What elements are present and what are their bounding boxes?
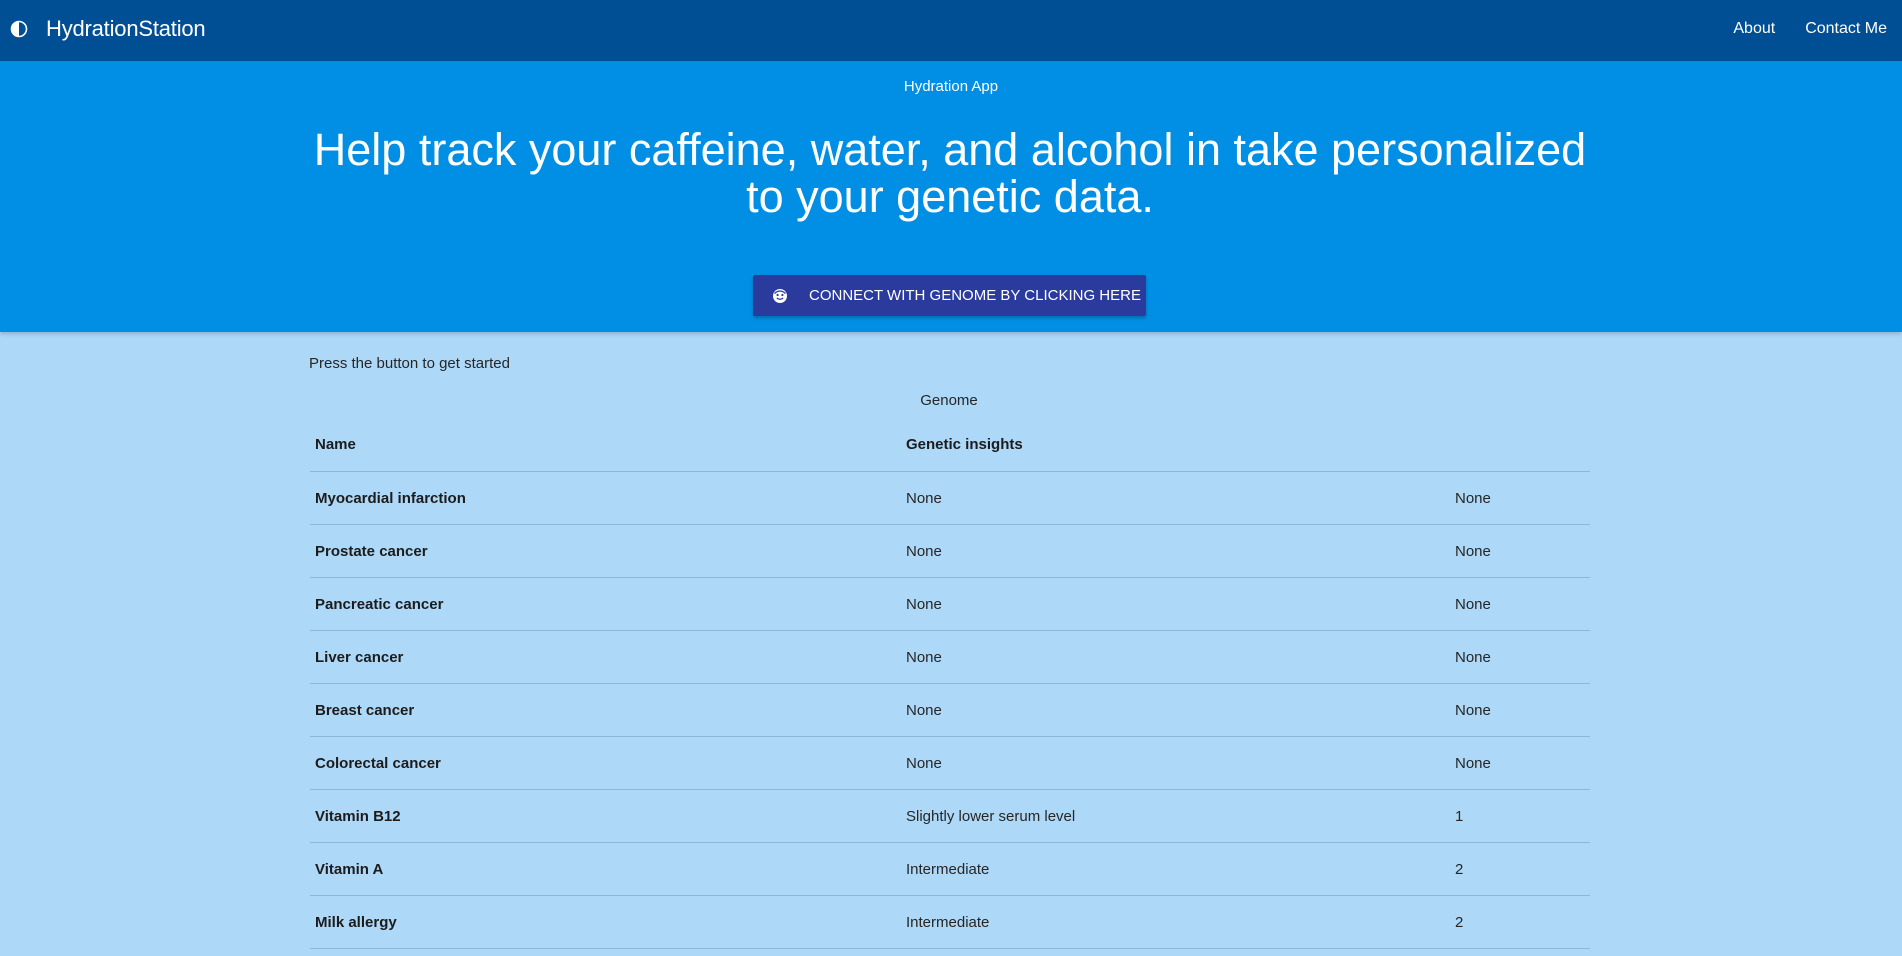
nav-link-about[interactable]: About [1733, 20, 1775, 38]
nav-links: About Contact Me [1703, 0, 1887, 58]
table-caption: Genome [920, 392, 978, 409]
row-name: Liver cancer [315, 648, 404, 666]
table-header-row: Name Genetic insights [310, 418, 1590, 472]
intro-text: Press the button to get started [309, 355, 510, 372]
row-score: 1 [1455, 807, 1464, 825]
hero-title: Help track your caffeine, water, and alc… [313, 124, 1587, 222]
brand[interactable]: HydrationStation [10, 0, 206, 58]
row-score: None [1455, 648, 1491, 666]
table-row: Vitamin B12 Slightly lower serum level 1 [310, 790, 1590, 843]
row-name: Vitamin A [315, 860, 384, 878]
row-name: Colorectal cancer [315, 754, 441, 772]
table-row: Pancreatic cancer None None [310, 578, 1590, 631]
connect-genome-button[interactable]: CONNECT WITH GENOME BY CLICKING HERE [753, 275, 1146, 316]
row-insight: None [906, 754, 942, 772]
row-name: Milk allergy [315, 913, 397, 931]
table-row: Colorectal cancer None None [310, 737, 1590, 790]
hero-banner: Hydration App Help track your caffeine, … [0, 61, 1902, 332]
row-name: Myocardial infarction [315, 489, 466, 507]
table-row: Vitamin A Intermediate 2 [310, 843, 1590, 896]
row-insight: Intermediate [906, 913, 990, 931]
row-score: None [1455, 489, 1491, 507]
brand-name: HydrationStation [46, 16, 206, 41]
row-score: None [1455, 701, 1491, 719]
row-insight: Intermediate [906, 860, 990, 878]
table-row: Milk allergy Intermediate 2 [310, 896, 1590, 949]
table-row: Myocardial infarction None None [310, 472, 1590, 525]
table-row: Liver cancer None None [310, 631, 1590, 684]
top-navbar: HydrationStation About Contact Me [0, 0, 1902, 61]
row-insight: Slightly lower serum level [906, 807, 1076, 825]
row-name: Breast cancer [315, 701, 415, 719]
connect-genome-label: CONNECT WITH GENOME BY CLICKING HERE [809, 287, 1141, 304]
row-name: Pancreatic cancer [315, 595, 444, 613]
row-score: None [1455, 754, 1491, 772]
row-name: Vitamin B12 [315, 807, 401, 825]
hero-subtitle: Hydration App [903, 78, 999, 95]
row-score: None [1455, 595, 1491, 613]
contrast-drop-icon [10, 20, 28, 38]
genome-table: Name Genetic insights Myocardial infarct… [310, 418, 1590, 949]
row-insight: None [906, 489, 942, 507]
table-row: Breast cancer None None [310, 684, 1590, 737]
row-name: Prostate cancer [315, 542, 428, 560]
table-row: Prostate cancer None None [310, 525, 1590, 578]
row-insight: None [906, 542, 942, 560]
row-score: 2 [1455, 913, 1464, 931]
nav-link-contact[interactable]: Contact Me [1805, 20, 1887, 38]
row-score: None [1455, 542, 1491, 560]
row-insight: None [906, 595, 942, 613]
row-insight: None [906, 701, 942, 719]
smiley-face-icon [771, 287, 789, 305]
header-genetic-insights: Genetic insights [906, 436, 1023, 453]
row-insight: None [906, 648, 942, 666]
header-name: Name [315, 436, 356, 453]
header-blank [1450, 418, 1590, 472]
row-score: 2 [1455, 860, 1464, 878]
